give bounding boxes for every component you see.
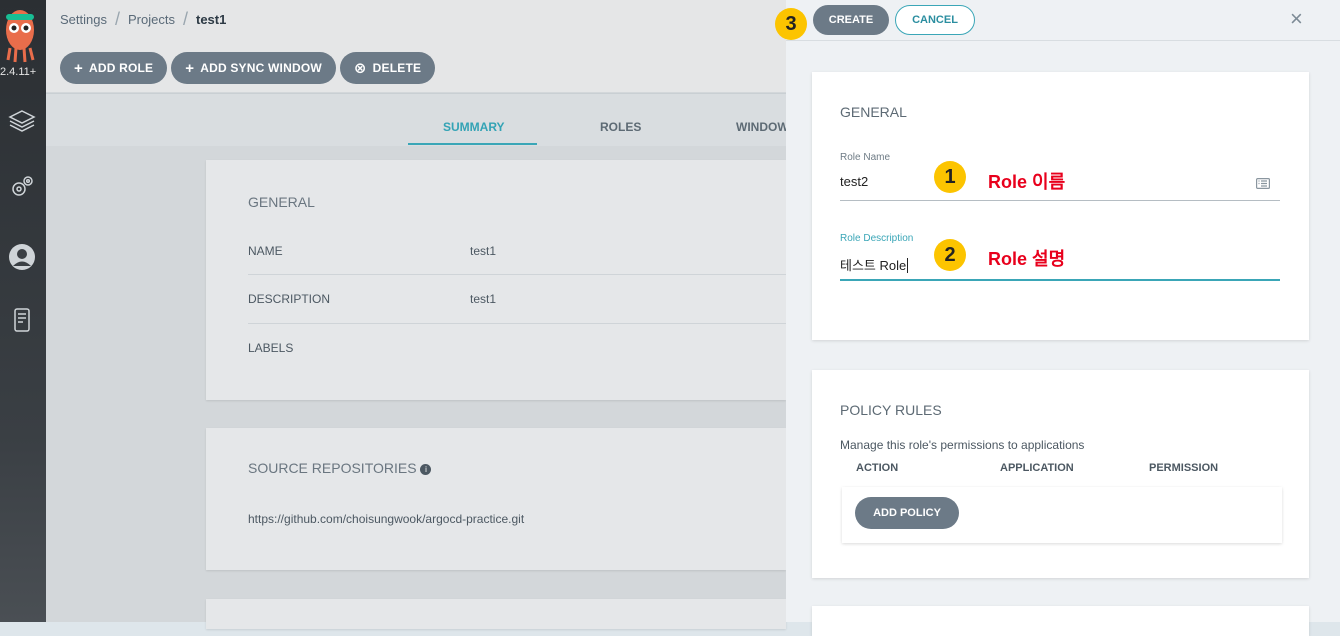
breadcrumb-separator: /: [114, 9, 120, 29]
column-application: APPLICATION: [1000, 462, 1074, 474]
role-general-card: GENERAL Role Name test2 Role Description…: [812, 72, 1309, 340]
user-icon[interactable]: [7, 242, 37, 272]
name-value: test1: [470, 244, 497, 258]
argo-logo-icon[interactable]: [0, 2, 46, 66]
next-panel-card: [812, 606, 1309, 636]
source-repositories-card: SOURCE REPOSITORIES i https://github.com…: [206, 428, 786, 570]
role-description-label: Role Description: [840, 233, 914, 244]
plus-icon: +: [185, 59, 195, 77]
docs-icon[interactable]: [7, 305, 37, 335]
role-name-underline: [840, 200, 1280, 201]
breadcrumb-projects[interactable]: Projects: [128, 12, 175, 27]
role-description-underline: [840, 279, 1280, 281]
role-general-title: GENERAL: [840, 104, 907, 120]
add-role-button[interactable]: + ADD ROLE: [60, 52, 168, 84]
role-description-value: 테스트 Role: [840, 258, 907, 273]
add-sync-window-label: ADD SYNC WINDOW: [200, 61, 322, 75]
input-card-icon: [1256, 176, 1271, 190]
add-policy-button[interactable]: ADD POLICY: [855, 497, 959, 529]
description-label: DESCRIPTION: [248, 292, 331, 306]
general-card: GENERAL NAME test1 DESCRIPTION test1 LAB…: [206, 160, 786, 400]
add-sync-window-button[interactable]: + ADD SYNC WINDOW: [171, 52, 336, 84]
version-label: 2.4.11+: [0, 66, 37, 78]
applications-layers-icon[interactable]: [7, 106, 37, 136]
policy-list: ADD POLICY: [842, 487, 1282, 543]
toolbar: + ADD ROLE + ADD SYNC WINDOW ⊗ DELETE: [60, 52, 439, 84]
policy-rules-title: POLICY RULES: [840, 402, 942, 418]
divider: [248, 274, 786, 275]
policy-rules-card: POLICY RULES Manage this role's permissi…: [812, 370, 1309, 578]
tab-windows[interactable]: WINDOW: [736, 120, 789, 134]
source-repositories-title: SOURCE REPOSITORIES i: [248, 460, 432, 476]
times-circle-icon: ⊗: [353, 60, 367, 77]
name-label: NAME: [248, 244, 283, 258]
create-button[interactable]: CREATE: [813, 5, 889, 35]
breadcrumb: Settings / Projects / test1: [60, 9, 226, 30]
labels-label: LABELS: [248, 341, 294, 355]
annotation-badge-1: 1: [934, 161, 966, 193]
cancel-button[interactable]: CANCEL: [895, 5, 975, 35]
annotation-text-2: Role 설명: [988, 249, 1066, 269]
repository-url[interactable]: https://github.com/choisungwook/argocd-p…: [248, 512, 524, 526]
main-content: Settings / Projects / test1 + ADD ROLE +…: [46, 0, 789, 629]
breadcrumb-separator: /: [182, 9, 188, 29]
delete-label: DELETE: [372, 61, 422, 75]
active-tab-indicator: [408, 143, 537, 145]
annotation-badge-2: 2: [934, 239, 966, 271]
tab-roles[interactable]: ROLES: [600, 120, 641, 134]
plus-icon: +: [74, 59, 83, 77]
tab-summary[interactable]: SUMMARY: [443, 120, 505, 134]
tab-bar: SUMMARY ROLES WINDOW: [46, 93, 789, 146]
role-slide-panel: CREATE CANCEL × GENERAL Role Name test2 …: [786, 0, 1340, 636]
breadcrumb-current: test1: [195, 12, 227, 27]
annotation-badge-3: 3: [775, 8, 807, 40]
general-title: GENERAL: [248, 194, 315, 210]
text-caret: [907, 258, 909, 273]
panel-header: CREATE CANCEL ×: [786, 0, 1340, 41]
delete-button[interactable]: ⊗ DELETE: [339, 52, 436, 84]
next-card: [206, 599, 786, 629]
breadcrumb-settings[interactable]: Settings: [60, 12, 107, 27]
source-repositories-title-text: SOURCE REPOSITORIES: [248, 460, 417, 476]
column-action: ACTION: [856, 462, 899, 474]
info-icon[interactable]: i: [420, 464, 432, 475]
left-nav: 2.4.11+: [0, 0, 46, 622]
role-description-input[interactable]: 테스트 Role: [840, 255, 909, 274]
role-name-input[interactable]: test2: [840, 174, 868, 189]
add-role-label: ADD ROLE: [88, 61, 154, 75]
policy-description: Manage this role's permissions to applic…: [840, 438, 1085, 452]
top-bar: Settings / Projects / test1 + ADD ROLE +…: [46, 0, 786, 92]
description-value: test1: [470, 292, 497, 306]
settings-gears-icon[interactable]: [7, 172, 37, 202]
divider: [248, 323, 786, 324]
column-permission: PERMISSION: [1149, 462, 1219, 474]
annotation-text-1: Role 이름: [988, 172, 1066, 192]
role-name-label: Role Name: [840, 152, 891, 163]
close-icon[interactable]: ×: [1290, 8, 1303, 30]
